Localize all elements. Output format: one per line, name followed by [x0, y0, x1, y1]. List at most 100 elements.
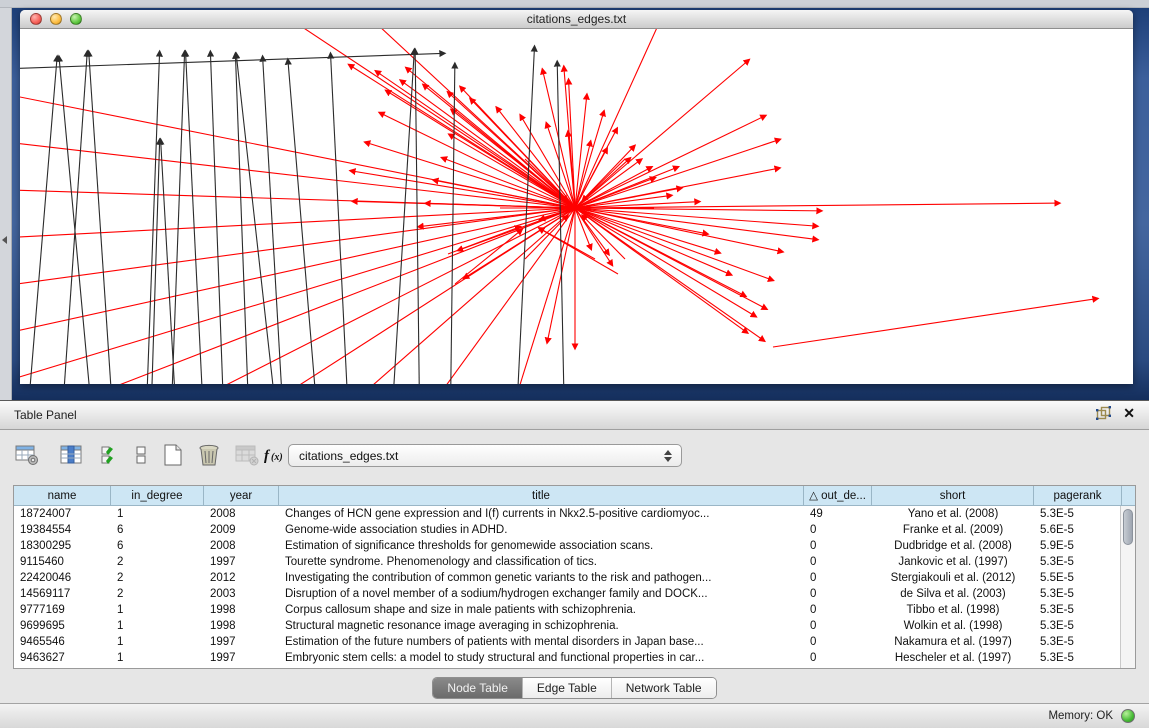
citation-edge-red[interactable] [20, 208, 575, 239]
cell-year: 2009 [204, 522, 279, 538]
table-row[interactable]: 969969511998Structural magnetic resonanc… [14, 618, 1135, 634]
citation-edge-black[interactable] [59, 56, 95, 384]
table-row[interactable]: 2242004622012Investigating the contribut… [14, 570, 1135, 586]
cell-title: Investigating the contribution of common… [279, 570, 804, 586]
network-graph[interactable] [20, 29, 1132, 384]
cell-short: Franke et al. (2009) [872, 522, 1034, 538]
cell-pagerank: 5.3E-5 [1034, 554, 1122, 570]
close-icon[interactable]: ✕ [1123, 406, 1135, 420]
citation-edge-black[interactable] [25, 56, 57, 384]
svg-text:(x): (x) [271, 452, 283, 463]
citation-edge-red[interactable] [575, 208, 767, 309]
citation-edge-red[interactable] [575, 94, 587, 208]
column-header-year[interactable]: year [204, 486, 279, 505]
column-header-in_degree[interactable]: in_degree [111, 486, 204, 505]
table-selector-dropdown[interactable]: citations_edges.txt [288, 444, 682, 467]
column-header-title[interactable]: title [279, 486, 804, 505]
citation-edge-red[interactable] [375, 71, 575, 208]
citation-edge-red[interactable] [773, 298, 1098, 347]
column-header-out_degree[interactable]: △ out_de... [804, 486, 872, 505]
citation-edge-black[interactable] [330, 53, 350, 384]
cell-short: Jankovic et al. (1997) [872, 554, 1034, 570]
left-divider-strip[interactable] [0, 8, 12, 400]
table-vertical-scrollbar[interactable] [1120, 506, 1135, 669]
citation-edge-red[interactable] [575, 208, 774, 281]
citation-edge-red[interactable] [20, 208, 575, 384]
memory-status-label: Memory: OK [1048, 710, 1113, 722]
network-canvas[interactable] [20, 29, 1132, 384]
citation-edge-red[interactable] [575, 208, 756, 317]
table-row[interactable]: 977716911998Corpus callosum shape and si… [14, 602, 1135, 618]
citation-edge-red[interactable] [455, 229, 522, 284]
select-columns-icon[interactable] [96, 440, 126, 470]
table-row[interactable]: 1938455462009Genome-wide association stu… [14, 522, 1135, 538]
cell-pagerank: 5.3E-5 [1034, 650, 1122, 666]
table-header-row[interactable]: namein_degreeyeartitle△ out_de...shortpa… [14, 486, 1135, 506]
memory-ok-led-icon [1121, 709, 1135, 723]
window-zoom-icon[interactable] [70, 13, 82, 25]
citation-edge-red[interactable] [451, 109, 575, 208]
cell-short: de Silva et al. (2003) [872, 586, 1034, 602]
table-panel: Table Panel ✕ [0, 400, 1149, 727]
citation-edge-black[interactable] [235, 53, 250, 384]
citation-edge-black[interactable] [263, 56, 285, 384]
table-column-icon[interactable] [56, 440, 86, 470]
cell-title: Tourette syndrome. Phenomenology and cla… [279, 554, 804, 570]
cell-name: 9115460 [14, 554, 111, 570]
column-header-short[interactable]: short [872, 486, 1034, 505]
cell-name: 14569117 [14, 586, 111, 602]
cell-out_degree: 0 [804, 570, 872, 586]
column-header-pagerank[interactable]: pagerank [1034, 486, 1122, 505]
network-window[interactable]: citations_edges.txt [20, 10, 1133, 384]
citation-edge-red[interactable] [20, 208, 575, 384]
cell-pagerank: 5.3E-5 [1034, 506, 1122, 522]
citation-edge-red[interactable] [575, 115, 766, 208]
citation-edge-red[interactable] [20, 89, 575, 208]
cell-year: 2008 [204, 506, 279, 522]
cell-out_degree: 0 [804, 602, 872, 618]
table-row[interactable]: 1456911722003Disruption of a novel membe… [14, 586, 1135, 602]
panel-collapse-arrow-icon[interactable] [2, 236, 7, 244]
merge-rows-icon[interactable] [126, 440, 156, 470]
citation-edge-black[interactable] [185, 51, 205, 384]
network-window-titlebar[interactable]: citations_edges.txt [20, 10, 1133, 29]
citation-edge-black[interactable] [170, 51, 185, 384]
citation-edge-black[interactable] [20, 53, 445, 69]
tab-edge-table[interactable]: Edge Table [523, 678, 612, 698]
cell-title: Structural magnetic resonance image aver… [279, 618, 804, 634]
table-settings-icon[interactable] [12, 440, 42, 470]
tab-network-table[interactable]: Network Table [612, 678, 716, 698]
table-row[interactable]: 946362711997Embryonic stem cells: a mode… [14, 650, 1135, 666]
citation-edge-red[interactable] [100, 208, 575, 384]
column-header-name[interactable]: name [14, 486, 111, 505]
new-file-icon[interactable] [158, 440, 188, 470]
citation-edge-black[interactable] [210, 51, 225, 384]
window-minimize-icon[interactable] [50, 13, 62, 25]
citation-edge-red[interactable] [575, 59, 749, 208]
cell-title: Genome-wide association studies in ADHD. [279, 522, 804, 538]
float-window-icon[interactable] [1096, 406, 1111, 420]
citation-edge-red[interactable] [400, 80, 575, 208]
cell-title: Changes of HCN gene expression and I(f) … [279, 506, 804, 522]
cell-out_degree: 0 [804, 634, 872, 650]
cell-out_degree: 0 [804, 538, 872, 554]
table-row[interactable]: 1830029562008Estimation of significance … [14, 538, 1135, 554]
delete-trash-icon[interactable] [194, 440, 224, 470]
table-row[interactable]: 1872400712008Changes of HCN gene express… [14, 506, 1135, 522]
scrollbar-thumb[interactable] [1123, 509, 1133, 545]
window-close-icon[interactable] [30, 13, 42, 25]
table-panel-title: Table Panel [14, 408, 77, 422]
cell-title: Embryonic stem cells: a model to study s… [279, 650, 804, 666]
cell-name: 19384554 [14, 522, 111, 538]
cell-in_degree: 1 [111, 602, 204, 618]
cell-name: 9777169 [14, 602, 111, 618]
citation-edge-black[interactable] [161, 139, 178, 384]
citation-edge-black[interactable] [89, 51, 115, 384]
cell-in_degree: 1 [111, 506, 204, 522]
table-tabbar: Node TableEdge TableNetwork Table [0, 673, 1149, 703]
table-row[interactable]: 911546021997Tourette syndrome. Phenomeno… [14, 554, 1135, 570]
citation-edge-black[interactable] [236, 53, 280, 384]
tab-node-table[interactable]: Node Table [433, 678, 523, 698]
table-row[interactable]: 946554611997Estimation of the future num… [14, 634, 1135, 650]
citation-edge-red[interactable] [449, 134, 575, 208]
